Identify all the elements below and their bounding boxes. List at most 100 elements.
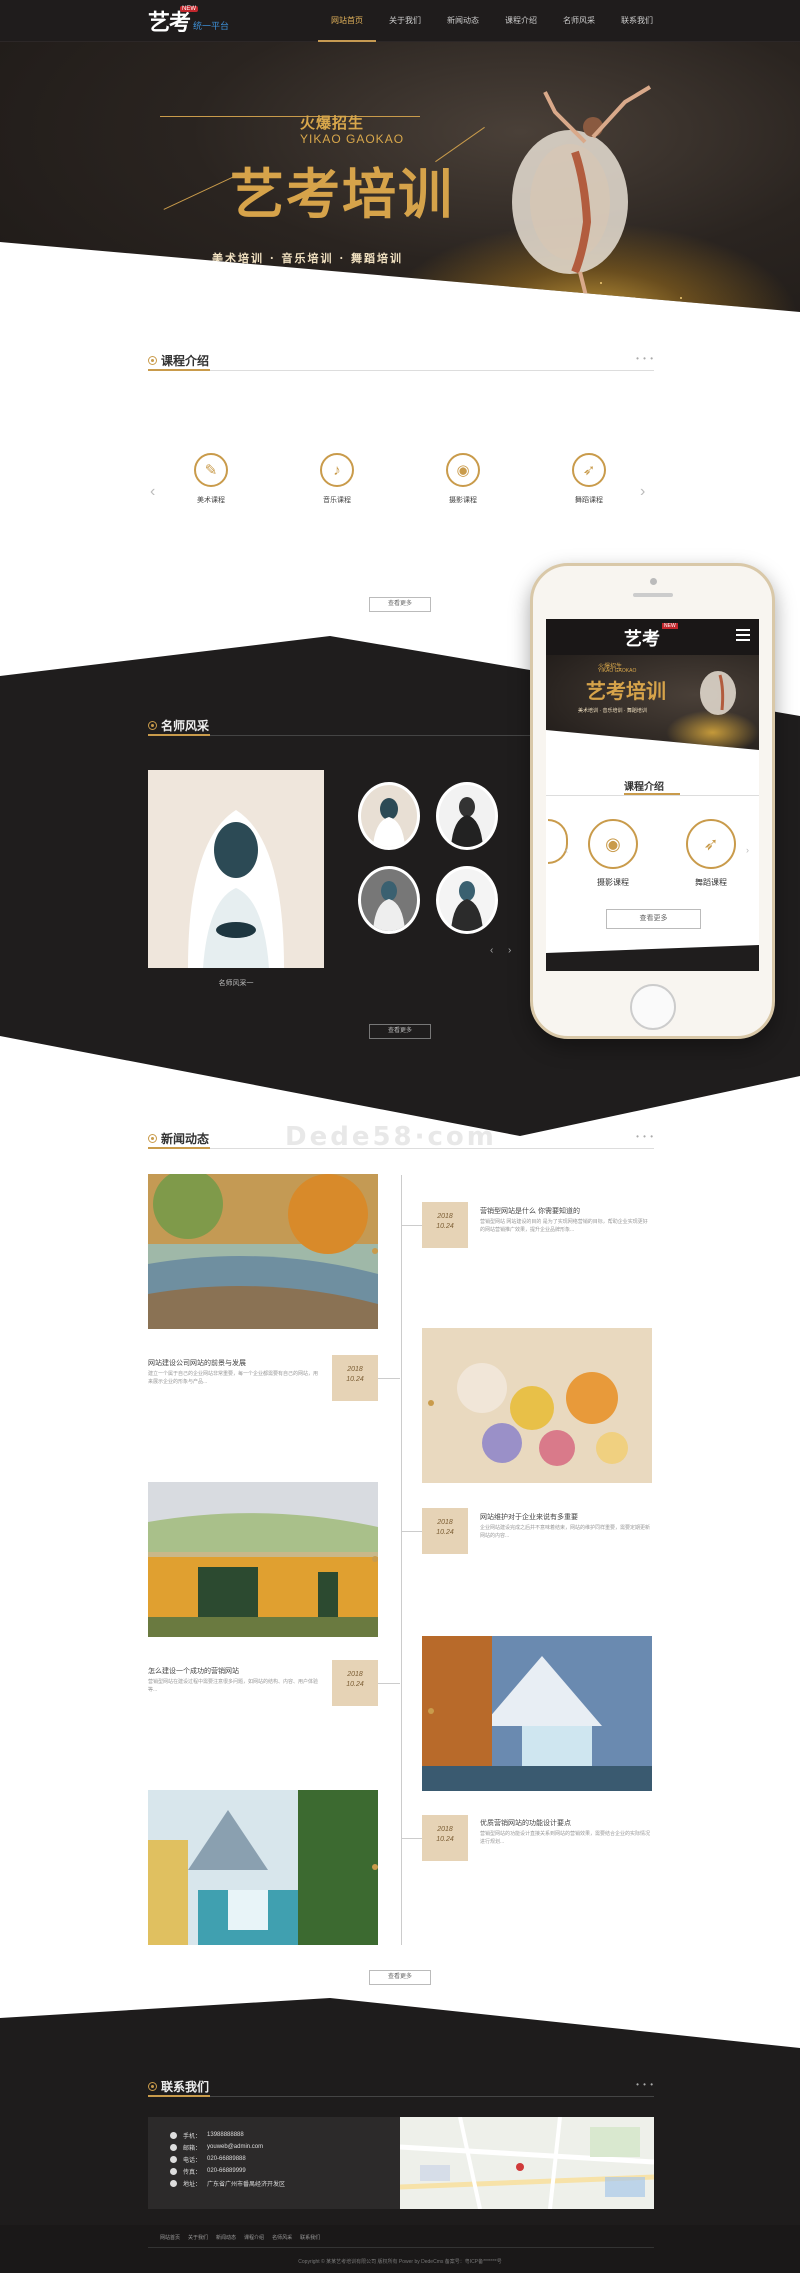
nav-item-news[interactable]: 新闻动态	[434, 0, 492, 42]
footer-link-courses[interactable]: 课程介绍	[244, 2234, 264, 2241]
section-dot-icon	[148, 356, 157, 365]
footer-link-contact[interactable]: 联系我们	[300, 2234, 320, 2241]
dance-icon[interactable]: ➶	[686, 819, 736, 869]
news-date: 2018 10.24	[422, 1202, 468, 1248]
news-date-day: 10.24	[436, 1223, 454, 1230]
news-date-day: 10.24	[436, 1836, 454, 1843]
teachers-prev-arrow[interactable]: ‹	[490, 945, 493, 956]
phone-section-title: 课程介绍	[624, 782, 664, 793]
nav-item-about[interactable]: 关于我们	[376, 0, 434, 42]
phone-logo[interactable]: 艺考	[624, 625, 660, 651]
contact-row-mobile: 手机： 13988888888	[170, 2129, 285, 2141]
main-nav: 网站首页 关于我们 新闻动态 课程介绍 名师风采 联系我们	[318, 0, 666, 42]
news-title[interactable]: 营销型网站是什么 你需要知道的	[480, 1206, 650, 1216]
contact-row-phone: 电话： 020-66889888	[170, 2153, 285, 2165]
news-image[interactable]	[422, 1328, 652, 1483]
footer-link-home[interactable]: 网站首页	[160, 2234, 180, 2241]
teachers-more-button[interactable]: 查看更多	[369, 1024, 431, 1039]
footer-link-teachers[interactable]: 名师风采	[272, 2234, 292, 2241]
location-map[interactable]	[400, 2117, 654, 2209]
news-title[interactable]: 网站建设公司网站的前景与发展	[148, 1358, 318, 1368]
course-item-dance[interactable]: ➶ 舞蹈课程	[559, 453, 619, 505]
teacher-avatar[interactable]	[358, 866, 420, 934]
news-date-day: 10.24	[346, 1376, 364, 1383]
courses-more-link[interactable]: • • •	[636, 354, 654, 363]
phone-dark-band	[546, 945, 759, 971]
phone-speaker	[633, 593, 673, 597]
news-more-link[interactable]: • • •	[636, 1132, 654, 1141]
news-date-year: 2018	[437, 1826, 453, 1833]
courses-more-button[interactable]: 查看更多	[369, 597, 431, 612]
teacher-featured-caption: 名师风采一	[218, 980, 254, 987]
phone-prev-arrow[interactable]: ‹	[565, 845, 568, 855]
menu-icon[interactable]	[736, 629, 750, 641]
news-more-button[interactable]: 查看更多	[369, 1970, 431, 1985]
timeline-dot	[372, 1556, 378, 1562]
hero-title: 艺考培训	[230, 162, 454, 226]
nav-item-home[interactable]: 网站首页	[318, 0, 376, 42]
contact-info-box: 手机： 13988888888 邮箱： youweb@admin.com 电话： 02…	[148, 2117, 400, 2209]
news-image[interactable]	[148, 1174, 378, 1329]
brush-icon: ✎	[194, 453, 228, 487]
news-title[interactable]: 优质营销网站的功能设计要点	[480, 1818, 650, 1828]
courses-section-title: 课程介绍	[148, 352, 209, 369]
logo-subtext: 统一平台	[193, 20, 230, 31]
teacher-avatar[interactable]	[358, 782, 420, 850]
contact-value: 13988888888	[207, 2132, 244, 2138]
timeline-dot	[428, 1400, 434, 1406]
contact-value: 020-66889999	[207, 2168, 246, 2174]
camera-icon[interactable]: ◉	[588, 819, 638, 869]
phone-course-label: 舞蹈课程	[695, 878, 727, 887]
news-image[interactable]	[422, 1636, 652, 1791]
fax-icon	[170, 2167, 177, 2175]
hero-divider-top	[160, 116, 420, 117]
phone-next-arrow[interactable]: ›	[746, 845, 749, 855]
course-item-music[interactable]: ♪ 音乐课程	[307, 453, 367, 505]
phone-home-button	[630, 984, 676, 1030]
section-underline	[148, 2095, 210, 2097]
timeline-dot	[372, 1864, 378, 1870]
phone-hero-subtitle-en: YIKAO GAOKAO	[598, 668, 637, 674]
news-desc: 营销型网站在建设过程中需要注意很多问题，如网站的结构、内容、用户体验等...	[148, 1679, 319, 1693]
news-title[interactable]: 网站维护对于企业来说有多重要	[480, 1512, 650, 1522]
news-date-year: 2018	[437, 1213, 453, 1220]
dance-icon: ➶	[572, 453, 606, 487]
site-logo[interactable]: 艺考 统一平台 NEW	[148, 6, 229, 36]
teachers-next-arrow[interactable]: ›	[508, 945, 511, 956]
footer-links: 网站首页 关于我们 新闻动态 课程介绍 名师风采 联系我们	[160, 2234, 320, 2241]
contact-list: 手机： 13988888888 邮箱： youweb@admin.com 电话： 02…	[170, 2129, 285, 2189]
nav-item-courses[interactable]: 课程介绍	[492, 0, 550, 42]
news-image[interactable]	[148, 1482, 378, 1637]
news-date: 2018 10.24	[422, 1508, 468, 1554]
contact-more-link[interactable]: • • •	[636, 2080, 654, 2089]
courses-prev-arrow[interactable]: ‹	[150, 483, 155, 501]
top-header: 艺考 统一平台 NEW 网站首页 关于我们 新闻动态 课程介绍 名师风采 联系我…	[0, 0, 800, 42]
news-title[interactable]: 怎么建设一个成功的营销网站	[148, 1666, 318, 1676]
teacher-photo-image	[148, 770, 324, 968]
news-title-text: 新闻动态	[161, 1132, 210, 1146]
course-item-art[interactable]: ✎ 美术课程	[181, 453, 241, 505]
footer-link-about[interactable]: 关于我们	[188, 2234, 208, 2241]
teacher-avatar-image	[451, 881, 483, 931]
news-connector	[378, 1683, 400, 1684]
nav-item-contact[interactable]: 联系我们	[608, 0, 666, 42]
news-date: 2018 10.24	[422, 1815, 468, 1861]
hero-subtitle-en: YIKAO GAOKAO	[300, 132, 405, 146]
course-label: 音乐课程	[323, 497, 351, 504]
section-underline	[148, 369, 210, 371]
course-item-photo[interactable]: ◉ 摄影课程	[433, 453, 493, 505]
contact-value: 020-66889888	[207, 2156, 246, 2162]
teacher-featured-photo[interactable]	[148, 770, 324, 968]
phone-more-button[interactable]: 查看更多	[606, 909, 701, 929]
news-connector	[402, 1531, 422, 1532]
timeline-dot	[372, 1248, 378, 1254]
teacher-avatar[interactable]	[436, 866, 498, 934]
contact-value[interactable]: youweb@admin.com	[207, 2144, 263, 2150]
nav-item-teachers[interactable]: 名师风采	[550, 0, 608, 42]
timeline-line	[401, 1175, 402, 1945]
teacher-avatar[interactable]	[436, 782, 498, 850]
news-image[interactable]	[148, 1790, 378, 1945]
teachers-section-title: 名师风采	[148, 717, 209, 734]
courses-next-arrow[interactable]: ›	[640, 483, 645, 501]
footer-link-news[interactable]: 新闻动态	[216, 2234, 236, 2241]
